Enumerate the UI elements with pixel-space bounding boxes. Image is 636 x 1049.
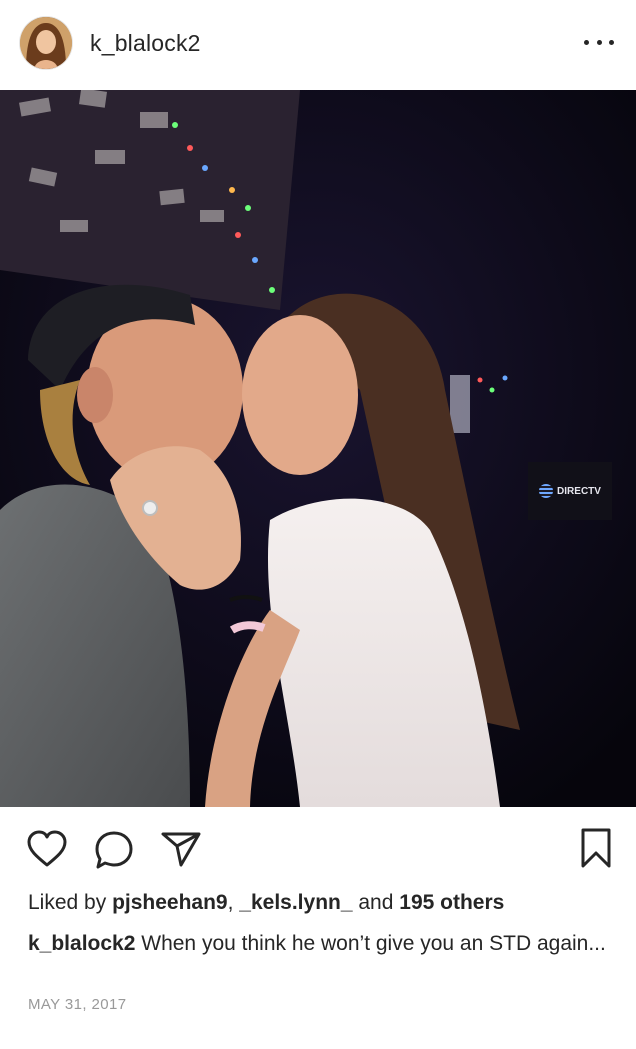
- action-bar: [0, 807, 636, 889]
- liker-user-2[interactable]: _kels.lynn_: [239, 891, 352, 914]
- post-header: k_blalock2: [0, 0, 636, 90]
- more-options-button[interactable]: [584, 30, 614, 54]
- post-date: MAY 31, 2017: [28, 996, 127, 1013]
- bookmark-icon[interactable]: [580, 827, 612, 869]
- share-icon[interactable]: [160, 830, 202, 868]
- post-caption: k_blalock2 When you think he won’t give …: [28, 930, 618, 957]
- caption-text: When you think he won’t give you an STD …: [141, 932, 606, 955]
- heart-icon[interactable]: [26, 830, 68, 868]
- more-horizontal-icon: [584, 39, 589, 45]
- post-photo[interactable]: DIRECTV: [0, 90, 636, 807]
- directv-sign: DIRECTV: [528, 462, 612, 520]
- caption-username[interactable]: k_blalock2: [28, 932, 135, 955]
- att-globe-icon: [539, 484, 554, 498]
- likes-others-link[interactable]: 195 others: [399, 891, 504, 914]
- liker-user-1[interactable]: pjsheehan9: [112, 891, 228, 914]
- post-photo-image: [0, 90, 636, 807]
- comment-icon[interactable]: [94, 830, 134, 870]
- avatar[interactable]: [20, 17, 72, 69]
- post-username[interactable]: k_blalock2: [90, 30, 201, 57]
- likes-summary: Liked by pjsheehan9, _kels.lynn_ and 195…: [28, 891, 505, 914]
